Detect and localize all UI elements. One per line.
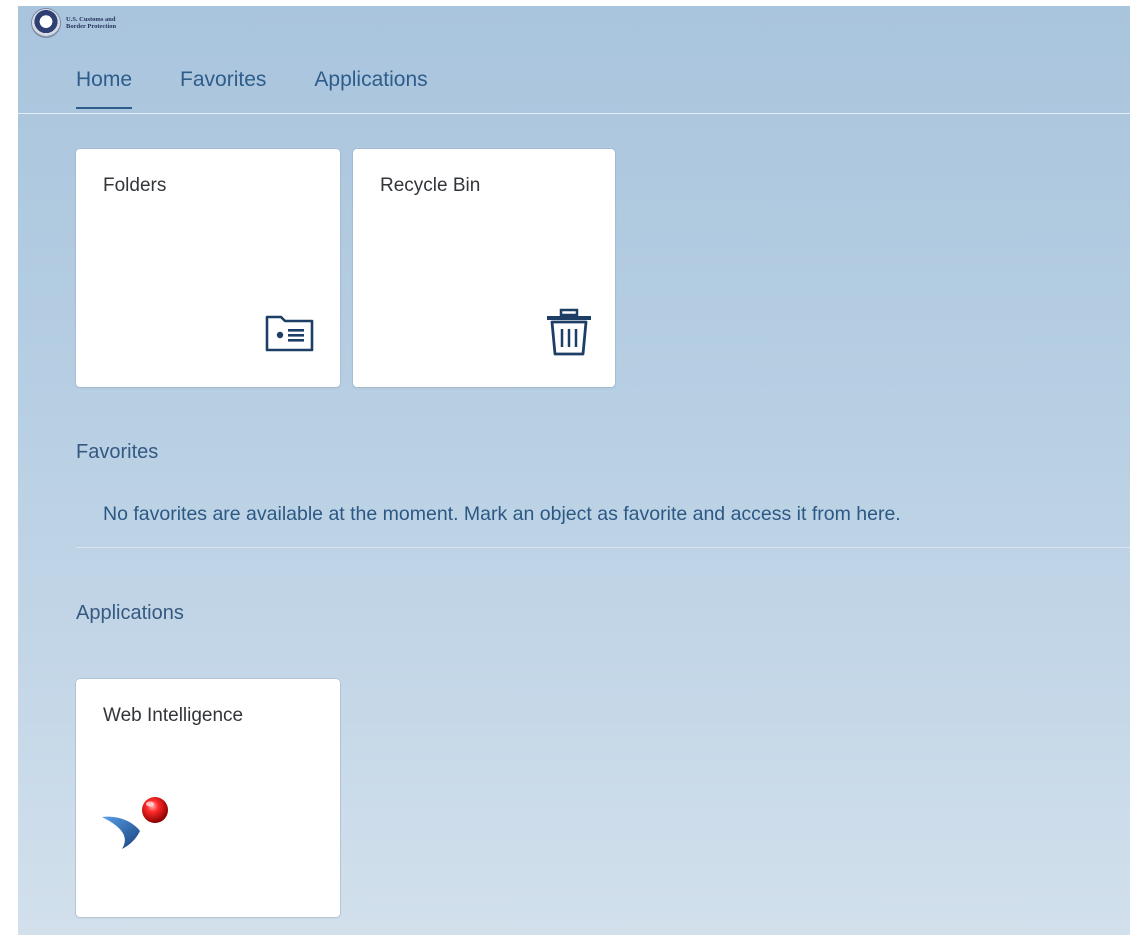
agency-name-line2: Border Protection — [66, 23, 117, 30]
launchpad: U.S. Customs and Border Protection Home … — [18, 6, 1130, 935]
shell-header: U.S. Customs and Border Protection — [18, 6, 1130, 46]
agency-name-line1: U.S. Customs and — [66, 16, 116, 23]
tab-applications[interactable]: Applications — [314, 68, 427, 106]
folders-tile-title: Folders — [103, 175, 167, 196]
web-intelligence-icon — [100, 793, 180, 858]
recycle-bin-tile-title: Recycle Bin — [380, 175, 481, 196]
tab-bar: Home Favorites Applications — [76, 68, 476, 109]
favorites-empty-message: No favorites are available at the moment… — [103, 503, 901, 525]
tab-home[interactable]: Home — [76, 68, 133, 109]
favorites-divider — [76, 547, 1130, 548]
agency-logo[interactable]: U.S. Customs and Border Protection — [32, 9, 136, 37]
agency-name: U.S. Customs and Border Protection — [66, 16, 136, 30]
web-intelligence-tile[interactable]: Web Intelligence — [76, 679, 340, 917]
recycle-bin-tile[interactable]: Recycle Bin — [353, 149, 615, 387]
folders-tile[interactable]: Folders — [76, 149, 340, 387]
trash-icon — [545, 308, 593, 363]
applications-section-title: Applications — [76, 602, 184, 624]
favorites-section-title: Favorites — [76, 441, 159, 463]
web-intelligence-tile-title: Web Intelligence — [103, 705, 244, 726]
cbp-seal-icon — [32, 9, 60, 37]
tab-favorites[interactable]: Favorites — [180, 68, 266, 106]
folder-icon — [264, 311, 316, 358]
tab-divider — [18, 113, 1130, 114]
